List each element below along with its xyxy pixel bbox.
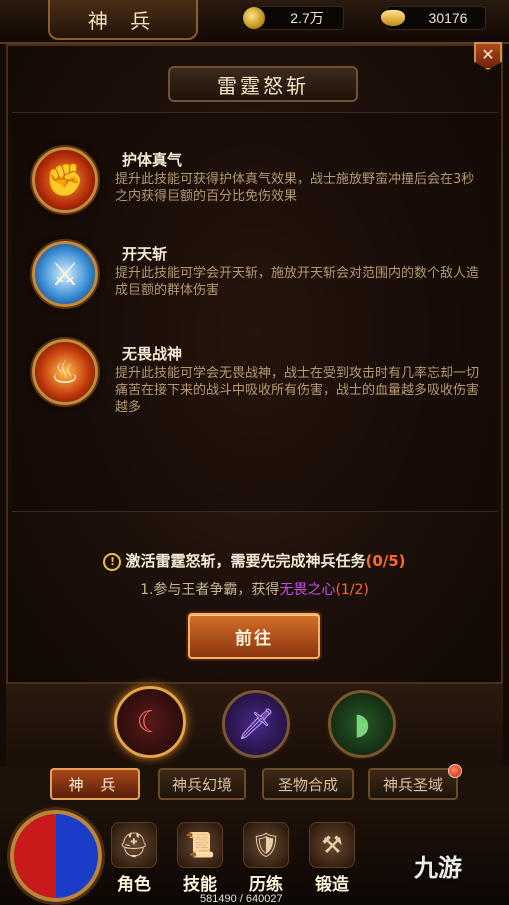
exp-text: 581490 / 640027 (200, 893, 283, 905)
skill-entry-name: 护体真气 (122, 151, 183, 169)
goto-button[interactable]: 前往 (188, 613, 320, 659)
page-title: 神 兵 (48, 0, 198, 40)
skill-title: 雷霆怒斩 (168, 66, 358, 102)
weapon-sword-icon[interactable]: 🗡 (222, 690, 290, 758)
nav-label: 历练 (249, 875, 283, 895)
tab-label: 神兵幻境 (171, 775, 232, 794)
tab-shenbing[interactable]: 神 兵 (50, 768, 140, 800)
tab-bar: 神 兵 神兵幻境 圣物合成 神兵圣域 (0, 764, 509, 804)
top-bar: 神 兵 2.7万 30176 (0, 0, 509, 44)
yinyang-orb-icon[interactable] (10, 810, 102, 902)
watermark-logo: 九游 (414, 854, 462, 882)
helmet-icon: ⛑ (111, 822, 157, 868)
task-text: 1.参与王者争霸，获得 (140, 582, 280, 598)
gold-coin-icon (243, 7, 265, 29)
gold-value: 2.7万 (290, 10, 324, 26)
task-progress: (1/2) (335, 582, 369, 598)
weapon-scythe-icon[interactable]: ☾ (114, 686, 186, 758)
nav-label: 锻造 (315, 875, 349, 895)
ice-blade-icon: ⚔ (32, 241, 98, 307)
skill-entry-name: 无畏战神 (122, 345, 183, 363)
skill-entry-name: 开天斩 (122, 245, 168, 263)
requirement-text: 激活雷霆怒斩，需要先完成神兵任务 (125, 552, 366, 570)
nav-label: 角色 (117, 875, 151, 895)
skill-entry-desc: 提升此技能可学会开天斩，施放开天斩会对范围内的数个敌人造成巨额的群体伤害 (115, 266, 480, 298)
tab-label: 圣物合成 (277, 775, 338, 794)
rage-icon: ♨ (32, 339, 98, 405)
skill-panel: ✊ 护体真气 提升此技能可获得护体真气效果，战士施放野蛮冲撞后会在3秒之内获得巨… (12, 112, 498, 512)
tab-shenbing-huanjing[interactable]: 神兵幻境 (158, 768, 246, 800)
nav-training[interactable]: 🛡 历练 (236, 822, 296, 902)
requirement-progress: (0/5) (365, 552, 406, 570)
task-item: 无畏之心 (279, 582, 336, 598)
tab-label: 神兵圣域 (382, 775, 443, 794)
weapon-fan-icon[interactable]: ◗ (328, 690, 396, 758)
notification-dot-icon (448, 764, 462, 778)
warning-icon: ! (103, 553, 122, 571)
gold-display: 2.7万 (243, 6, 344, 30)
nav-skill[interactable]: 📜 技能 (170, 822, 230, 902)
ingot-icon (381, 10, 405, 26)
task-line: 1.参与王者争霸，获得无畏之心(1/2) (0, 579, 509, 599)
skill-entry-desc: 提升此技能可学会无畏战神，战士在受到攻击时有几率忘却一切痛苦在接下来的战斗中吸收… (115, 366, 480, 415)
scroll-icon: 📜 (177, 822, 223, 868)
tab-shengwu-hecheng[interactable]: 圣物合成 (262, 768, 354, 800)
nav-label: 技能 (183, 875, 217, 895)
tab-shenbing-shengyu[interactable]: 神兵圣域 (368, 764, 462, 800)
fire-fist-icon: ✊ (32, 147, 98, 213)
hammer-icon: ⚒ (309, 822, 355, 868)
requirement-block: ! 激活雷霆怒斩，需要先完成神兵任务(0/5) 1.参与王者争霸，获得无畏之心(1… (0, 550, 509, 599)
ingot-value: 30176 (428, 10, 468, 26)
armor-icon: 🛡 (243, 822, 289, 868)
nav-character[interactable]: ⛑ 角色 (104, 822, 164, 902)
weapon-selector: ☾ 🗡 ◗ (6, 684, 503, 766)
skill-entry-desc: 提升此技能可获得护体真气效果，战士施放野蛮冲撞后会在3秒之内获得巨额的百分比免伤… (115, 172, 475, 204)
close-icon: ✕ (481, 45, 495, 64)
ingot-display: 30176 (381, 6, 486, 30)
requirement-line: ! 激活雷霆怒斩，需要先完成神兵任务(0/5) (0, 550, 509, 571)
nav-forge[interactable]: ⚒ 锻造 (302, 822, 362, 902)
